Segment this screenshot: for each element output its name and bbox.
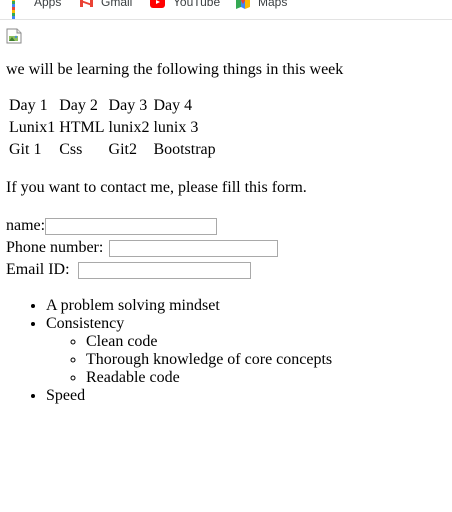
list-item-text: Consistency [46,315,125,332]
skills-list: A problem solving mindset Consistency Cl… [6,297,446,405]
list-item-text: Speed [46,387,86,404]
list-item: A problem solving mindset [46,297,446,315]
consistency-sublist: Clean code Thorough knowledge of core co… [46,333,446,387]
phone-input[interactable] [109,239,279,257]
list-item: Thorough knowledge of core concepts [86,351,446,369]
page-content: we will be learning the following things… [6,28,446,405]
name-label: name: [6,217,46,234]
name-input[interactable] [45,217,218,235]
list-item-text: A problem solving mindset [46,297,220,314]
list-item: Readable code [86,369,446,387]
bookmark-gmail[interactable]: Gmail [80,0,132,12]
table-cell: Lunix1 [9,119,56,136]
table-row: Lunix1 HTML lunix2 lunix 3 [8,118,217,138]
email-label: Email ID: [6,261,70,278]
contact-text: If you want to contact me, please fill t… [6,179,307,196]
phone-label: Phone number: [6,239,104,256]
table-cell: Git 1 [9,141,42,158]
bookmark-label: Gmail [101,0,133,9]
gmail-icon [80,0,93,7]
broken-image-icon [6,28,22,44]
table-cell: lunix2 [108,119,150,136]
bookmark-apps[interactable]: Apps [12,0,62,19]
list-item-text: Thorough knowledge of core concepts [86,351,333,368]
list-item-text: Readable code [86,369,180,386]
list-item: Consistency Clean code Thorough knowledg… [46,315,446,387]
apps-grid-icon [12,0,26,19]
list-item: Clean code [86,333,446,351]
email-row: Email ID: [6,259,446,281]
bookmark-label: Maps [258,0,288,9]
bookmark-youtube[interactable]: YouTube [150,0,220,12]
bookmark-label: YouTube [173,0,221,9]
table-cell: Day 2 [59,97,98,114]
table-cell: Day 3 [108,97,148,114]
table-cell: Day 4 [153,97,193,114]
youtube-icon [150,0,165,8]
table-cell: Css [59,141,83,158]
list-item: Speed [46,387,446,405]
table-cell: lunix 3 [153,119,199,136]
bookmark-label: Apps [34,0,62,9]
table-row: Day 1 Day 2 Day 3 Day 4 [8,96,217,116]
phone-row: Phone number: [6,237,446,259]
bookmark-maps[interactable]: Maps [236,0,287,12]
name-row: name: [6,215,446,237]
maps-icon [236,0,250,9]
bookmarks-bar: Apps Gmail YouTube Maps [0,0,452,20]
contact-form: name: Phone number: Email ID: [6,215,446,281]
intro-text: we will be learning the following things… [6,61,344,78]
email-input[interactable] [77,261,251,279]
table-cell: Bootstrap [153,141,216,158]
schedule-table: Day 1 Day 2 Day 3 Day 4 Lunix1 HTML luni… [6,94,219,162]
table-cell: Git2 [108,141,137,158]
table-row: Git 1 Css Git2 Bootstrap [8,140,217,160]
table-cell: HTML [59,119,105,136]
list-item-text: Clean code [86,333,158,350]
table-cell: Day 1 [9,97,48,114]
